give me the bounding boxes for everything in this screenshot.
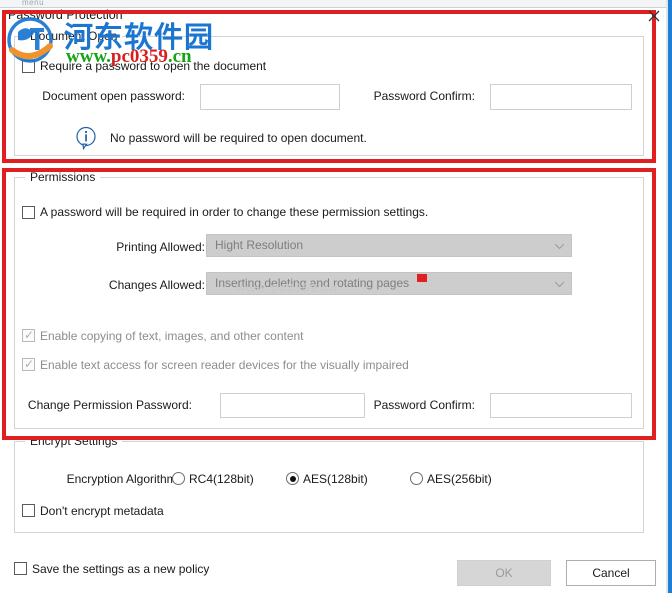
password-protection-dialog: menu Password Protection Document Open R… xyxy=(0,0,672,593)
check-mark-icon: ✓ xyxy=(24,328,35,342)
check-mark-icon: ✓ xyxy=(24,357,35,371)
dont-encrypt-metadata-label[interactable]: Don't encrypt metadata xyxy=(40,504,164,518)
open-password-confirm-label: Password Confirm: xyxy=(373,89,475,103)
changes-allowed-dropdown[interactable]: Inserting,deleting and rotating pages xyxy=(206,272,572,295)
require-permission-password-label[interactable]: A password will be required in order to … xyxy=(40,205,428,219)
ok-button: OK xyxy=(457,560,551,586)
require-open-password-label[interactable]: Require a password to open the document xyxy=(40,59,266,73)
radio-aes-256-label[interactable]: AES(256bit) xyxy=(427,472,492,486)
permission-password-confirm-input[interactable] xyxy=(490,393,632,418)
enable-screen-reader-label: Enable text access for screen reader dev… xyxy=(40,358,409,372)
require-open-password-checkbox[interactable] xyxy=(22,60,35,73)
enable-copying-checkbox: ✓ xyxy=(22,329,35,342)
save-policy-label[interactable]: Save the settings as a new policy xyxy=(32,562,209,576)
radio-aes-128[interactable] xyxy=(286,472,299,485)
chevron-down-icon xyxy=(555,282,564,287)
document-open-password-input[interactable] xyxy=(200,84,340,110)
document-open-group-title: Document Open xyxy=(25,29,123,43)
window-right-frame xyxy=(668,0,672,593)
radio-aes-128-label[interactable]: AES(128bit) xyxy=(303,472,368,486)
encryption-algorithm-label: Encryption Algorithm: xyxy=(66,472,180,486)
enable-screen-reader-checkbox: ✓ xyxy=(22,358,35,371)
permission-password-confirm-label: Password Confirm: xyxy=(373,398,475,412)
changes-allowed-value: Inserting,deleting and rotating pages xyxy=(215,276,410,290)
encrypt-settings-group-title: Encrypt Settings xyxy=(25,434,123,448)
printing-allowed-dropdown[interactable]: Hight Resolution xyxy=(206,234,572,257)
top-strip-label: menu xyxy=(22,0,45,7)
chevron-down-icon xyxy=(555,244,564,249)
close-icon[interactable] xyxy=(644,6,664,26)
info-bubble-icon xyxy=(75,126,97,150)
info-message: No password will be required to open doc… xyxy=(110,131,367,145)
dialog-title: Password Protection xyxy=(8,8,123,22)
save-policy-checkbox[interactable] xyxy=(14,562,27,575)
radio-rc4-128-label[interactable]: RC4(128bit) xyxy=(189,472,254,486)
dont-encrypt-metadata-checkbox[interactable] xyxy=(22,504,35,517)
printing-allowed-value: Hight Resolution xyxy=(215,238,304,252)
radio-aes-256[interactable] xyxy=(410,472,423,485)
window-top-strip: menu xyxy=(0,0,672,8)
radio-selected-dot xyxy=(289,475,296,482)
changes-allowed-label: Changes Allowed: xyxy=(108,278,205,292)
require-permission-password-checkbox[interactable] xyxy=(22,206,35,219)
document-open-password-label: Document open password: xyxy=(42,89,185,103)
printing-allowed-label: Printing Allowed: xyxy=(116,240,205,254)
open-password-confirm-input[interactable] xyxy=(490,84,632,110)
change-permission-password-label: Change Permission Password: xyxy=(27,398,192,412)
radio-rc4-128[interactable] xyxy=(172,472,185,485)
permissions-group-title: Permissions xyxy=(25,170,101,184)
encrypt-settings-group: Encrypt Settings xyxy=(14,434,644,533)
cancel-button[interactable]: Cancel xyxy=(566,560,656,586)
enable-copying-label: Enable copying of text, images, and othe… xyxy=(40,329,304,343)
